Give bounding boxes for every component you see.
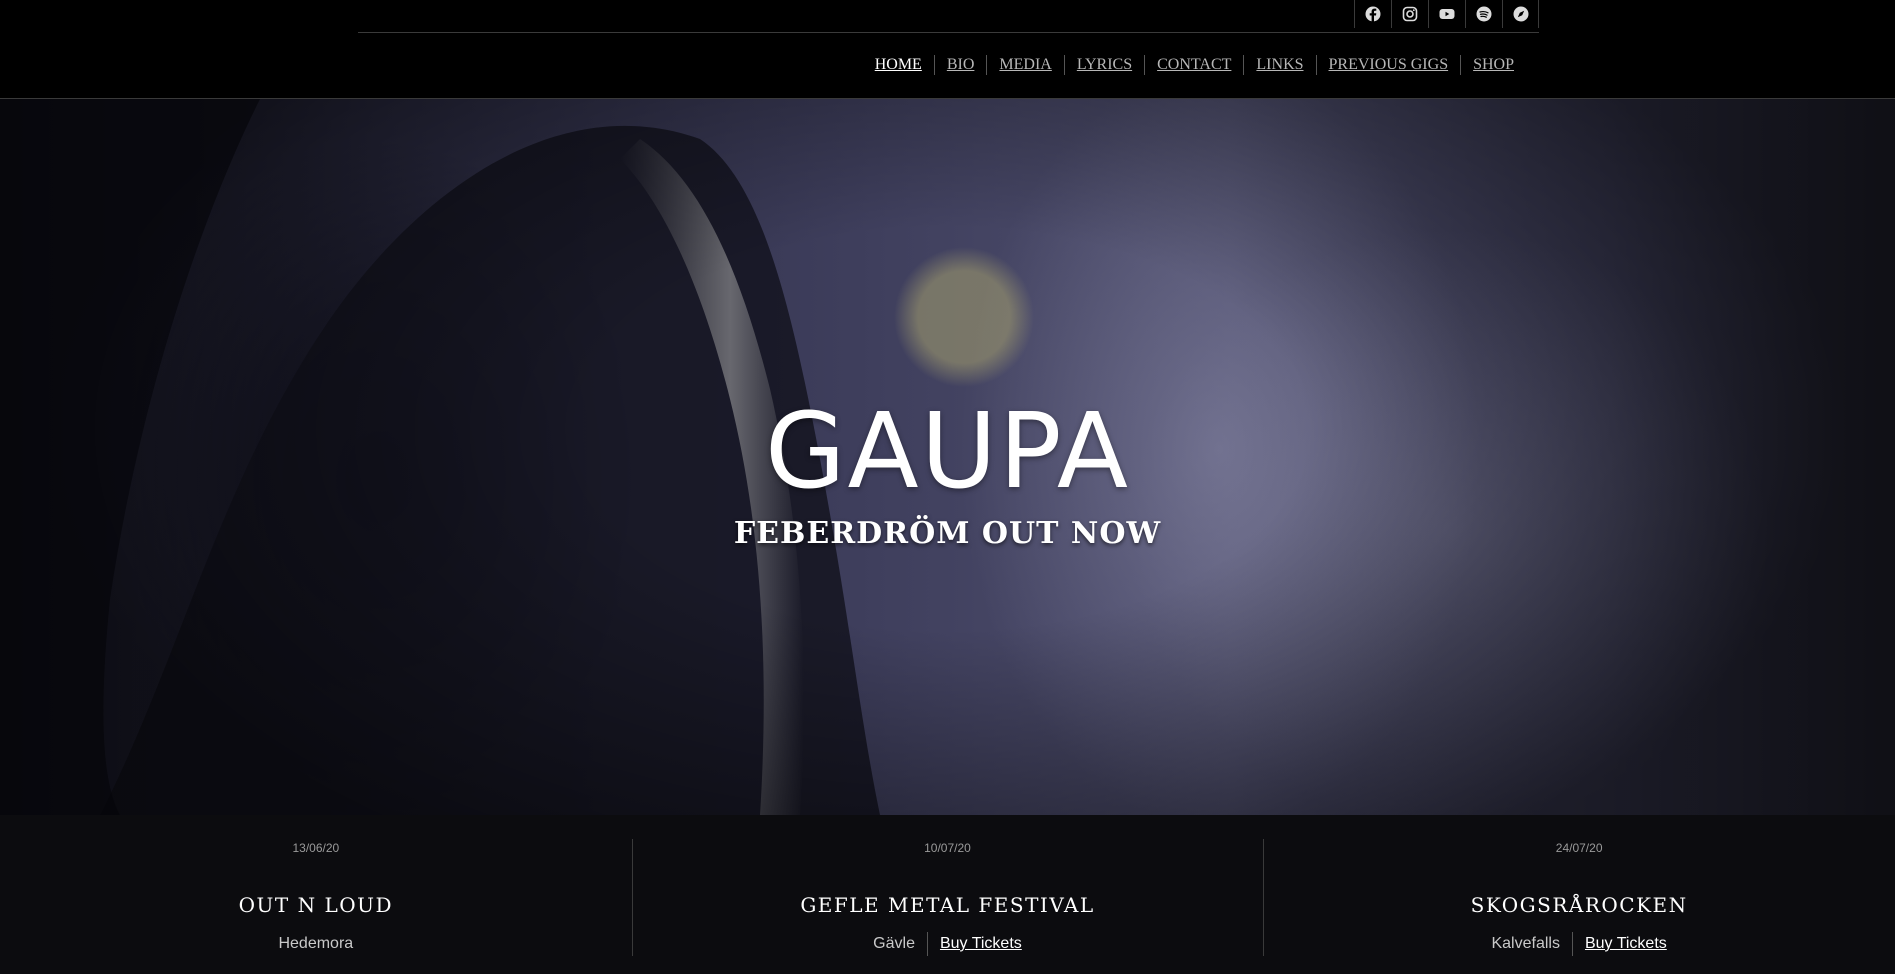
spotify-link[interactable] [1465,0,1502,28]
upcoming-gigs: 13/06/20 OUT N LOUD Hedemora 10/07/20 GE… [0,815,1895,974]
facebook-icon [1365,6,1381,22]
main-nav: HOME BIO MEDIA LYRICS CONTACT LINKS PREV… [863,55,1526,75]
gig-location: Hedemora [0,932,632,956]
nav-item-home[interactable]: HOME [863,55,934,75]
buy-tickets-link[interactable]: Buy Tickets [926,932,1034,956]
gig-location: Gävle Buy Tickets [632,932,1264,956]
nav-item-contact[interactable]: CONTACT [1144,55,1243,75]
nav-item-links[interactable]: LINKS [1243,55,1315,75]
topbar-divider [358,32,1539,33]
gig-city: Kalvefalls [1491,935,1560,952]
instagram-icon [1402,6,1418,22]
gig-card: 13/06/20 OUT N LOUD Hedemora [0,815,632,974]
band-title: GAUPA [764,390,1131,512]
youtube-link[interactable] [1428,0,1465,28]
gig-card: 10/07/20 GEFLE METAL FESTIVAL Gävle Buy … [631,815,1264,974]
top-social-bar [0,0,1895,33]
gig-city: Gävle [873,935,915,952]
social-links [1354,0,1539,28]
gig-name: OUT N LOUD [238,893,394,917]
nav-item-bio[interactable]: BIO [933,55,987,75]
nav-item-lyrics[interactable]: LYRICS [1063,55,1144,75]
gig-date: 24/07/20 [1555,841,1603,855]
instagram-link[interactable] [1391,0,1428,28]
gig-date: 10/07/20 [924,841,971,855]
facebook-link[interactable] [1354,0,1391,28]
gig-city: Hedemora [278,935,354,952]
release-headline: FEBERDRÖM OUT NOW [733,516,1162,551]
gig-card: 24/07/20 SKOGSRÅROCKEN Kalvefalls Buy Ti… [1263,815,1895,974]
hero-banner: GAUPA FEBERDRÖM OUT NOW [0,99,1895,815]
buy-tickets-link[interactable]: Buy Tickets [1571,932,1679,956]
gig-date: 13/06/20 [292,841,340,855]
youtube-icon [1439,9,1455,19]
gig-name: SKOGSRÅROCKEN [1470,893,1688,917]
compass-icon [1513,6,1528,22]
nav-item-previous-gigs[interactable]: PREVIOUS GIGS [1315,55,1461,75]
gig-location: Kalvefalls Buy Tickets [1263,932,1895,956]
gig-name: GEFLE METAL FESTIVAL [800,893,1095,917]
nav-item-shop[interactable]: SHOP [1460,55,1526,75]
spotify-icon [1476,6,1492,22]
nav-item-media[interactable]: MEDIA [986,55,1063,75]
compass-link[interactable] [1502,0,1539,28]
